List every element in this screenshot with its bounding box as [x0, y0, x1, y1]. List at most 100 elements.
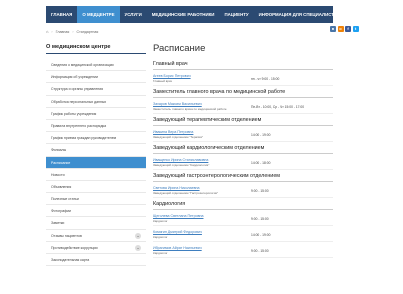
sidebar-item-label: Обработка персональных данных	[51, 99, 107, 104]
doctor-hours: 9:00 - 15:00	[251, 249, 269, 253]
doctor-role: Кардиолог	[153, 251, 168, 255]
nav-item[interactable]: Пациенту	[219, 6, 253, 23]
doctor-role: Кардиолог	[153, 219, 168, 223]
sidebar-item[interactable]: Законодательная карта	[46, 254, 146, 267]
sidebar-item-label: Сведения о медицинской организации	[51, 63, 114, 67]
sidebar-item[interactable]: Сведения о медицинской организации	[46, 59, 146, 72]
doctor-row: Комягин Дмитрий Федорович Кардиолог 14:00 …	[153, 228, 333, 242]
section-title: Кардиология	[153, 201, 333, 210]
sidebar-item[interactable]: Информация об учреждении	[46, 71, 146, 84]
sidebar-item[interactable]: График работы учреждения	[46, 108, 146, 120]
doctor-hours: 14:00 - 19:00	[251, 233, 271, 237]
doctor-row: Щеголева Светлана Петровна Кардиолог 9:00 …	[153, 212, 333, 226]
home-icon[interactable]: ⌂	[46, 29, 48, 34]
breadcrumb-item[interactable]: Главная	[56, 30, 70, 34]
sidebar-item[interactable]: Объявления	[46, 181, 146, 194]
sidebar: О медицинском центре Сведения о медицинс…	[46, 42, 146, 267]
doctor-role: Заведующий отделением "Терапия"	[153, 135, 204, 139]
twitter-icon[interactable]: t	[352, 26, 359, 32]
section-title: Заместитель главного врача по медицинско…	[153, 89, 333, 98]
schedule-section: Заведующий терапевтическим отделением Ива…	[153, 117, 333, 142]
sidebar-item-label: Законодательная карта	[51, 258, 90, 262]
doctor-name-link[interactable]: Захаров Максим Васильевич	[153, 102, 202, 106]
social-links: воft	[330, 26, 359, 32]
sidebar-item-label: Объявления	[51, 184, 72, 189]
page-title: Расписание	[153, 43, 206, 54]
vk-icon[interactable]: в	[330, 26, 336, 32]
facebook-icon[interactable]: f	[345, 26, 351, 32]
schedule-section: Главный врач Агеев Борис Петрович Главный …	[153, 61, 333, 86]
sidebar-item-label: Структура и органы управления	[51, 87, 104, 92]
sidebar-item[interactable]: Полезные статьи	[46, 193, 146, 206]
doctor-role: Заведующий отделением "Кардиология"	[153, 163, 210, 167]
schedule-section: Заведующий кардиологическим отделением Ив…	[153, 145, 333, 170]
sidebar-item-label: Правила внутреннего распорядка	[51, 123, 107, 128]
doctor-row: Захаров Максим Васильевич Заместитель гла…	[153, 100, 333, 114]
doctor-name-link[interactable]: Ивакина Вера Петровна	[153, 130, 193, 134]
doctor-hours: 14:00 - 19:00	[251, 133, 271, 137]
sidebar-title: О медицинском центре	[46, 42, 146, 54]
doctor-name-link[interactable]: Комягин Дмитрий Федорович	[153, 230, 202, 234]
sidebar-item-label: Фотографии	[51, 209, 72, 214]
sidebar-item[interactable]: Расписание	[46, 156, 146, 169]
sidebar-item[interactable]: Обработка персональных данных	[46, 96, 146, 108]
sidebar-item[interactable]: График приема граждан руководителем	[46, 132, 146, 145]
chevron-down-icon[interactable]: ⌄	[135, 244, 141, 251]
doctor-hours: 9:00 - 15:00	[251, 217, 269, 221]
doctor-name-link[interactable]: Ибрагимов Айрат Наильевич	[153, 246, 202, 250]
schedule-section: Кардиология Щеголева Светлана Петровна Кар…	[153, 201, 333, 258]
sidebar-item-label: График приема граждан руководителем	[51, 136, 117, 141]
sidebar-item[interactable]: Филиалы	[46, 144, 146, 157]
nav-item[interactable]: Контакты	[345, 6, 380, 23]
doctor-hours: пн - чт 9:00 - 15:00	[251, 77, 280, 81]
doctor-name-link[interactable]: Иващенко Ирина Станиславовна	[153, 158, 208, 162]
sidebar-item[interactable]: Структура и органы управления	[46, 83, 146, 96]
main-content: Расписание Главный врач Агеев Борис Петро…	[153, 42, 333, 258]
breadcrumb-separator: ›	[72, 29, 74, 34]
section-title: Заведующий кардиологическим отделением	[153, 145, 333, 154]
sidebar-item-label: Противодействие коррупции	[51, 245, 98, 250]
breadcrumb-item: Стандартная	[76, 29, 99, 34]
sidebar-item-label: Информация об учреждении	[51, 75, 98, 80]
sidebar-item-label: Расписание	[51, 160, 71, 165]
nav-item[interactable]: Услуги	[120, 6, 147, 23]
doctor-row: Агеев Борис Петрович Главный врач пн - чт …	[153, 72, 333, 86]
schedule-sections: Главный врач Агеев Борис Петрович Главный …	[153, 61, 333, 258]
doctor-name-link[interactable]: Светова Ирина Николаевна	[153, 186, 200, 190]
sidebar-item-label: Филиалы	[51, 148, 67, 153]
sidebar-item[interactable]: Новости	[46, 169, 146, 181]
section-title: Заведующий гастроэнтерологическим отделе…	[153, 173, 333, 182]
nav-item[interactable]: Главная	[46, 6, 77, 23]
doctor-name-link[interactable]: Щеголева Светлана Петровна	[153, 214, 203, 218]
sidebar-item[interactable]: Фотографии	[46, 205, 146, 218]
doctor-row: Светова Ирина Николаевна Заведующий отдел…	[153, 184, 333, 198]
nav-item[interactable]: О медцентре	[77, 6, 120, 23]
doctor-row: Иващенко Ирина Станиславовна Заведующий о…	[153, 156, 333, 170]
sidebar-item[interactable]: Противодействие коррупции ⌄	[46, 242, 146, 254]
nav-item[interactable]: Информация для специалистов	[254, 6, 346, 23]
sidebar-item-label: Заметки	[51, 221, 65, 226]
section-title: Заведующий терапевтическим отделением	[153, 117, 333, 126]
sidebar-item-label: График работы учреждения	[51, 111, 97, 116]
section-title: Главный врач	[153, 61, 333, 70]
nav-item[interactable]: Медицинские работники	[147, 6, 220, 23]
doctor-row: Ибрагимов Айрат Наильевич Кардиолог 9:00 -…	[153, 244, 333, 258]
doctor-name-link[interactable]: Агеев Борис Петрович	[153, 74, 191, 78]
sidebar-item[interactable]: Отзывы пациентов ⌄	[46, 230, 146, 242]
doctor-role: Главный врач	[153, 79, 173, 83]
chevron-down-icon[interactable]: ⌄	[135, 232, 141, 239]
nav-item[interactable]: Демо	[380, 6, 403, 23]
ok-icon[interactable]: о	[337, 26, 344, 32]
schedule-section: Заведующий гастроэнтерологическим отделе…	[153, 173, 333, 198]
doctor-hours: 9:00 - 15:00	[251, 189, 269, 193]
doctor-row: Ивакина Вера Петровна Заведующий отделени…	[153, 128, 333, 142]
doctor-hours: 14:00 - 18:00	[251, 161, 271, 165]
doctor-role: Кардиолог	[153, 235, 168, 239]
breadcrumb: ⌂ › Главная › Стандартная	[46, 28, 98, 35]
sidebar-item[interactable]: Правила внутреннего распорядка	[46, 120, 146, 133]
sidebar-item[interactable]: Заметки	[46, 217, 146, 230]
sidebar-item-label: Отзывы пациентов	[51, 233, 82, 238]
doctor-hours: Пн-Вт - 10:00, Ср - Чт 15:00 - 17:00	[251, 105, 305, 109]
doctor-role: Заместитель главного врача по медицинско…	[153, 107, 227, 111]
breadcrumb-separator: ›	[51, 29, 53, 34]
